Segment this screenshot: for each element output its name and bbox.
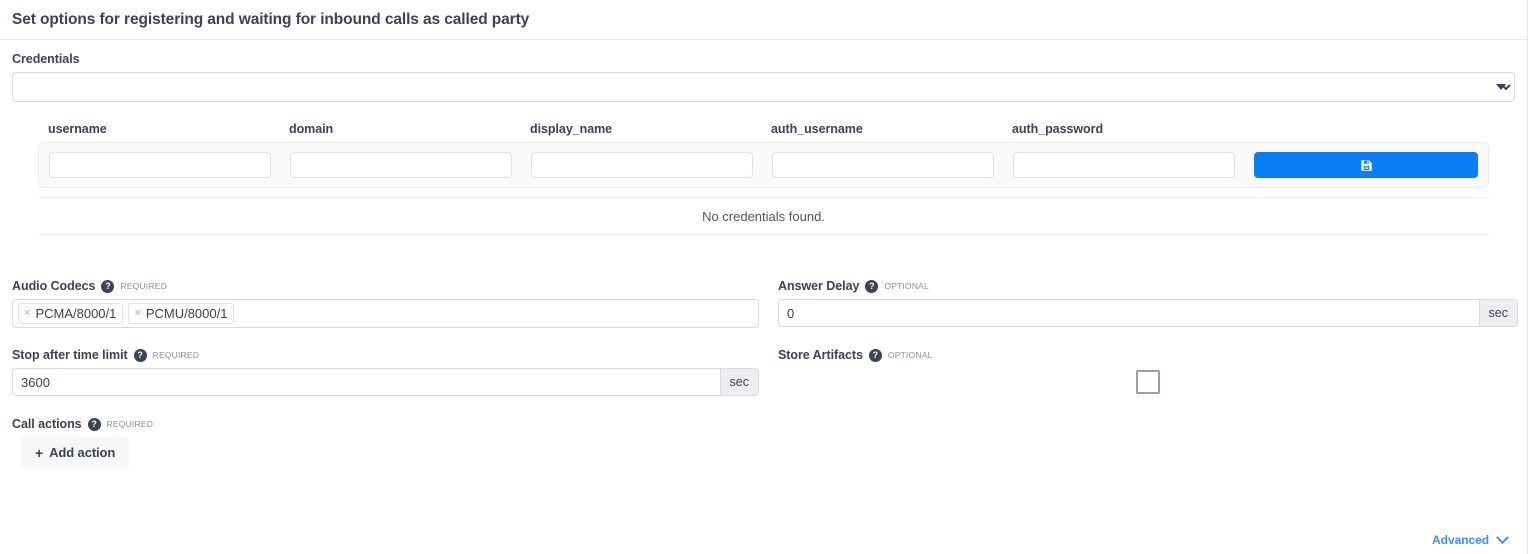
answer-delay-label: Answer Delay (778, 279, 860, 293)
answer-delay-input[interactable] (778, 299, 1479, 327)
remove-icon[interactable]: × (134, 308, 140, 319)
store-artifacts-label: Store Artifacts (778, 348, 863, 362)
add-action-button[interactable]: + Add action (21, 437, 130, 468)
remove-icon[interactable]: × (24, 308, 30, 319)
domain-input[interactable] (290, 152, 512, 178)
add-action-button-label: Add action (49, 445, 116, 460)
stop-after-time-limit-label: Stop after time limit (12, 348, 128, 362)
help-icon[interactable]: ? (868, 348, 882, 362)
grid-spacer (12, 328, 769, 348)
save-icon (1360, 159, 1372, 171)
cell-domain (290, 152, 531, 178)
answer-delay-label-row: Answer Delay ? OPTIONAL (778, 279, 1518, 293)
call-actions-label: Call actions (12, 417, 82, 431)
auth-username-input[interactable] (772, 152, 994, 178)
options-form-grid: Audio Codecs ? REQUIRED × PCMA/8000/1 × … (12, 279, 1518, 396)
column-header-domain: domain (289, 122, 334, 136)
help-icon[interactable]: ? (133, 348, 147, 362)
options-panel: Set options for registering and waiting … (0, 0, 1528, 554)
credentials-table: username domain display_name auth_userna… (12, 122, 1515, 235)
column-header-auth-password: auth_password (1012, 122, 1104, 136)
stop-after-time-limit-requirement: REQUIRED (152, 350, 200, 360)
store-artifacts-checkbox-wrap (778, 368, 1518, 396)
cell-save (1254, 152, 1478, 178)
page-title: Set options for registering and waiting … (12, 10, 530, 28)
field-store-artifacts: Store Artifacts ? OPTIONAL (769, 348, 1518, 396)
stop-after-time-limit-label-row: Stop after time limit ? REQUIRED (12, 348, 759, 362)
answer-delay-requirement: OPTIONAL (884, 281, 929, 291)
field-stop-after-time-limit: Stop after time limit ? REQUIRED sec (12, 348, 769, 396)
help-icon[interactable]: ? (87, 417, 101, 431)
help-icon[interactable]: ? (865, 279, 879, 293)
advanced-label: Advanced (1432, 533, 1489, 547)
codec-tag[interactable]: × PCMU/8000/1 (128, 303, 235, 324)
answer-delay-input-group: sec (778, 299, 1518, 327)
stop-after-time-limit-input-group: sec (12, 368, 759, 396)
chevron-down-icon (1496, 530, 1509, 544)
field-answer-delay: Answer Delay ? OPTIONAL sec (769, 279, 1518, 328)
audio-codecs-label: Audio Codecs (12, 279, 96, 293)
credentials-new-row (38, 142, 1489, 188)
store-artifacts-checkbox[interactable] (1136, 370, 1160, 394)
column-header-actions (1253, 122, 1479, 136)
audio-codecs-label-row: Audio Codecs ? REQUIRED (12, 279, 759, 293)
store-artifacts-label-row: Store Artifacts ? OPTIONAL (778, 348, 1518, 362)
store-artifacts-requirement: OPTIONAL (887, 350, 933, 360)
credentials-table-header: username domain display_name auth_userna… (38, 122, 1489, 136)
stop-after-time-limit-unit: sec (719, 368, 759, 396)
advanced-toggle[interactable]: Advanced (1432, 530, 1509, 547)
codec-tag-label: PCMA/8000/1 (35, 306, 117, 321)
field-audio-codecs: Audio Codecs ? REQUIRED × PCMA/8000/1 × … (12, 279, 769, 328)
cell-auth-username (772, 152, 1013, 178)
save-credential-button[interactable] (1254, 152, 1478, 178)
panel-body: Credentials username domain display_name… (0, 52, 1527, 468)
cell-auth-password (1013, 152, 1254, 178)
username-input[interactable] (49, 152, 271, 178)
display-name-input[interactable] (531, 152, 753, 178)
credentials-select[interactable] (12, 72, 1515, 102)
auth-password-input[interactable] (1013, 152, 1235, 178)
cell-display-name (531, 152, 772, 178)
audio-codecs-input[interactable]: × PCMA/8000/1 × PCMU/8000/1 (12, 299, 759, 328)
audio-codecs-requirement: REQUIRED (120, 281, 167, 291)
panel-header: Set options for registering and waiting … (0, 0, 1527, 40)
grid-spacer (769, 328, 1518, 348)
field-call-actions: Call actions ? REQUIRED + Add action (12, 417, 1515, 468)
call-actions-label-row: Call actions ? REQUIRED (12, 417, 1515, 431)
cell-username (49, 152, 290, 178)
plus-icon: + (35, 444, 44, 461)
codec-tag[interactable]: × PCMA/8000/1 (18, 303, 124, 324)
call-actions-requirement: REQUIRED (106, 419, 154, 429)
answer-delay-unit: sec (1478, 299, 1518, 327)
credentials-empty-message: No credentials found. (38, 197, 1489, 235)
credentials-label: Credentials (12, 52, 80, 66)
column-header-auth-username: auth_username (771, 122, 863, 136)
column-header-display-name: display_name (530, 122, 613, 136)
credentials-select-wrap (12, 72, 1515, 102)
help-icon[interactable]: ? (101, 279, 115, 293)
column-header-username: username (48, 122, 107, 136)
codec-tag-label: PCMU/8000/1 (145, 306, 228, 321)
stop-after-time-limit-input[interactable] (12, 368, 720, 396)
